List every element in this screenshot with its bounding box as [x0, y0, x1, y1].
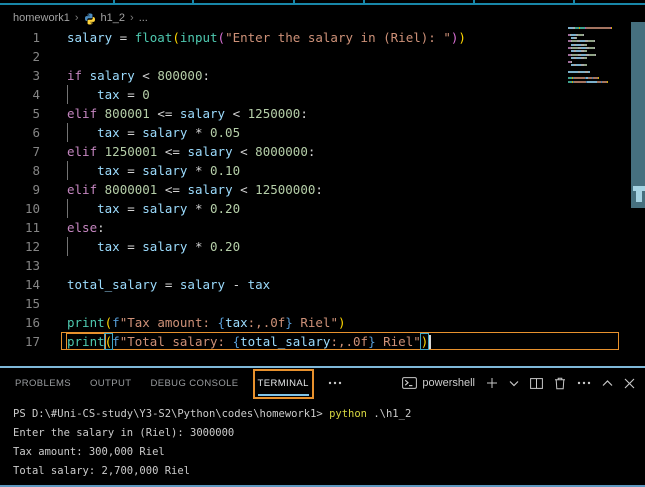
line-number: 9 [0, 180, 40, 199]
code-line[interactable]: 14 total_salary = salary - tax [0, 275, 645, 294]
line-number: 6 [0, 123, 40, 142]
terminal-line: Tax amount: 300,000 Riel [13, 443, 645, 462]
code-line[interactable]: 1 salary = float(input("Enter the salary … [0, 28, 645, 47]
code-line[interactable]: 7 elif 1250001 <= salary < 8000000: [0, 142, 645, 161]
tab-divider [363, 0, 365, 5]
tab-divider [573, 0, 575, 5]
code-line[interactable]: 5 elif 800001 <= salary < 1250000: [0, 104, 645, 123]
tab-divider [473, 0, 475, 5]
code-text: print(f"Total salary: {total_salary:,.0f… [67, 332, 431, 351]
code-line[interactable]: 10 tax = salary * 0.20 [0, 199, 645, 218]
vscode-window: homework1 › h1_2 › ... 1 salary = float(i… [0, 0, 645, 487]
tab-divider [293, 0, 295, 5]
code-text: tax = salary * 0.10 [67, 161, 240, 180]
tab-divider [113, 0, 115, 5]
shell-label: powershell [422, 377, 475, 389]
line-number: 11 [0, 218, 40, 237]
code-line[interactable]: 3 if salary < 800000: [0, 66, 645, 85]
powershell-icon [402, 377, 417, 389]
line-number: 4 [0, 85, 40, 104]
code-text: tax = salary * 0.05 [67, 123, 240, 142]
terminal-dropdown-button[interactable] [509, 380, 519, 387]
line-number: 12 [0, 237, 40, 256]
text-cursor [429, 335, 431, 349]
code-line[interactable]: 17 print(f"Total salary: {total_salary:,.… [0, 332, 645, 351]
panel-header: PROBLEMS OUTPUT DEBUG CONSOLE TERMINAL powe… [0, 368, 645, 398]
kill-terminal-button[interactable] [554, 377, 566, 390]
code-line[interactable]: 16 print(f"Tax amount: {tax:,.0f} Riel") [0, 313, 645, 332]
line-number: 3 [0, 66, 40, 85]
code-area[interactable]: 1 salary = float(input("Enter the salary … [0, 28, 645, 351]
code-line[interactable]: 11 else: [0, 218, 645, 237]
python-icon [84, 13, 96, 25]
tab-bar-line [0, 3, 645, 5]
code-line[interactable]: 8 tax = salary * 0.10 [0, 161, 645, 180]
close-panel-icon[interactable] [624, 378, 635, 389]
code-text: salary = float(input("Enter the salary i… [67, 28, 466, 47]
code-text: print(f"Tax amount: {tax:,.0f} Riel") [67, 313, 346, 332]
terminal-line: PS D:\#Uni-CS-study\Y3-S2\Python\codes\h… [13, 405, 645, 424]
code-text: else: [67, 218, 105, 237]
line-number: 14 [0, 275, 40, 294]
panel-tab-debug-console[interactable]: DEBUG CONSOLE [150, 378, 238, 389]
code-text: elif 1250001 <= salary < 8000000: [67, 142, 315, 161]
terminal-line: Total salary: 2,700,000 Riel [13, 462, 645, 481]
code-text: tax = salary * 0.20 [67, 199, 240, 218]
maximize-panel-button[interactable] [602, 380, 613, 387]
code-line[interactable]: 13 [0, 256, 645, 275]
panel-actions: powershell [402, 368, 635, 398]
editor-scrollbar[interactable] [631, 22, 645, 208]
breadcrumb-file[interactable]: h1_2 [101, 12, 125, 24]
breadcrumb-separator: › [130, 12, 134, 24]
code-line[interactable]: 9 elif 8000001 <= salary < 12500000: [0, 180, 645, 199]
code-text: tax = 0 [67, 85, 150, 104]
line-number: 7 [0, 142, 40, 161]
code-text: if salary < 800000: [67, 66, 210, 85]
split-terminal-button[interactable] [530, 378, 543, 389]
code-line[interactable]: 15 [0, 294, 645, 313]
line-number: 15 [0, 294, 40, 313]
bottom-panel: PROBLEMS OUTPUT DEBUG CONSOLE TERMINAL powe… [0, 368, 645, 487]
line-number: 1 [0, 28, 40, 47]
minimap[interactable] [568, 27, 628, 147]
new-terminal-button[interactable] [486, 377, 498, 389]
line-number: 8 [0, 161, 40, 180]
line-number: 16 [0, 313, 40, 332]
clipped-edge-widget [633, 186, 645, 202]
breadcrumb: homework1 › h1_2 › ... [0, 10, 645, 26]
code-line[interactable]: 2 [0, 47, 645, 66]
breadcrumb-symbol[interactable]: ... [139, 12, 148, 24]
line-number: 13 [0, 256, 40, 275]
edge-widget-stem [636, 191, 642, 202]
panel-tabs-more-icon[interactable] [328, 381, 342, 385]
terminal-output: PS D:\#Uni-CS-study\Y3-S2\Python\codes\h… [0, 398, 645, 481]
more-actions-icon[interactable] [577, 381, 591, 385]
line-number: 17 [0, 332, 40, 351]
line-number: 2 [0, 47, 40, 66]
code-line[interactable]: 6 tax = salary * 0.05 [0, 123, 645, 142]
terminal[interactable]: PS D:\#Uni-CS-study\Y3-S2\Python\codes\h… [0, 398, 645, 487]
tab-divider [192, 0, 194, 5]
panel-tab-terminal[interactable]: TERMINAL [258, 378, 309, 389]
panel-tab-problems[interactable]: PROBLEMS [15, 378, 71, 389]
tab-bar-remnant [0, 0, 645, 10]
code-line[interactable]: 4 tax = 0 [0, 85, 645, 104]
terminal-line: Enter the salary in (Riel): 3000000 [13, 424, 645, 443]
code-text: elif 8000001 <= salary < 12500000: [67, 180, 323, 199]
breadcrumb-folder[interactable]: homework1 [13, 12, 70, 24]
line-number: 5 [0, 104, 40, 123]
code-text: total_salary = salary - tax [67, 275, 270, 294]
code-editor[interactable]: 1 salary = float(input("Enter the salary … [0, 26, 645, 366]
code-text: tax = salary * 0.20 [67, 237, 240, 256]
code-line[interactable]: 12 tax = salary * 0.20 [0, 237, 645, 256]
shell-selector[interactable]: powershell [402, 377, 475, 389]
breadcrumb-separator: › [75, 12, 79, 24]
line-number: 10 [0, 199, 40, 218]
panel-tabs: PROBLEMS OUTPUT DEBUG CONSOLE TERMINAL [15, 368, 342, 398]
panel-tab-output[interactable]: OUTPUT [90, 378, 131, 389]
code-text: elif 800001 <= salary < 1250000: [67, 104, 308, 123]
